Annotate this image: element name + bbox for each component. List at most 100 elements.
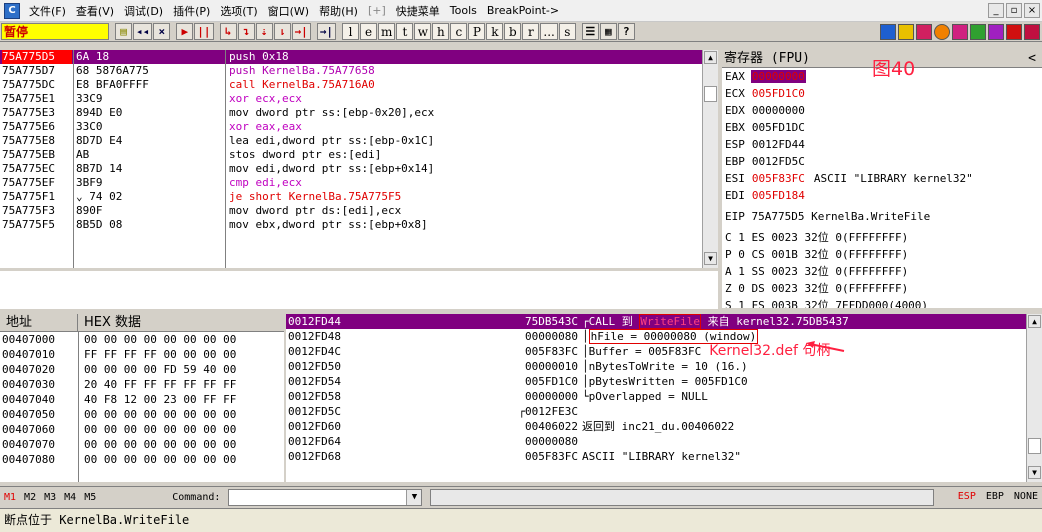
stack-scroll-down-icon[interactable]: ▼ bbox=[1028, 466, 1041, 479]
register-esp[interactable]: ESP 0012FD44 bbox=[722, 136, 1042, 153]
trace-into-button[interactable]: ⇣ bbox=[255, 23, 273, 40]
mark-m4[interactable]: M4 bbox=[60, 492, 80, 503]
patches-button[interactable]: P bbox=[468, 23, 486, 40]
dump-row[interactable]: 00407020 00 00 00 00 FD 59 40 00 bbox=[0, 362, 284, 377]
rewind-button[interactable]: ◂◂ bbox=[133, 23, 153, 40]
stack-row[interactable]: 0012FD68 005F83FC ASCII "LIBRARY kernel32" bbox=[286, 449, 1042, 464]
windows-button[interactable]: w bbox=[414, 23, 432, 40]
stack-row[interactable]: 0012FD44 75DB543C ┌CALL 到 WriteFile 来自 ker… bbox=[286, 314, 1042, 329]
close-process-button[interactable]: × bbox=[153, 23, 171, 40]
windows-grid-icon[interactable]: ▦ bbox=[599, 23, 617, 40]
breakpoints-button[interactable]: b bbox=[504, 23, 522, 40]
dump-row[interactable]: 00407030 20 40 FF FF FF FF FF FF bbox=[0, 377, 284, 392]
flag-row[interactable]: P 0 CS 001B 32位 0(FFFFFFFF) bbox=[722, 246, 1042, 263]
stack-mode-ebp[interactable]: EBP bbox=[986, 491, 1004, 502]
help-button[interactable]: ? bbox=[617, 23, 635, 40]
log-window-button[interactable]: l bbox=[342, 23, 359, 40]
dump-row[interactable]: 00407050 00 00 00 00 00 00 00 00 bbox=[0, 407, 284, 422]
plugin-icon-9[interactable] bbox=[1024, 23, 1040, 40]
stack-row[interactable]: 0012FD48 00000080 │ hFile = 00000080 (windo… bbox=[286, 329, 1042, 344]
scroll-thumb[interactable] bbox=[704, 86, 717, 102]
stack-row[interactable]: 0012FD54 005FD1C0 │pBytesWritten = 005FD1C… bbox=[286, 374, 1042, 389]
stack-row[interactable]: 0012FD4C 005F83FC │Buffer = 005F83FC Kernel… bbox=[286, 344, 1042, 359]
disasm-row[interactable]: 75A775F1 ⌄ 74 02 je short KernelBa.75A775F… bbox=[0, 190, 702, 204]
plugin-icon-1[interactable] bbox=[880, 23, 896, 40]
dump-row[interactable]: 00407080 00 00 00 00 00 00 00 00 bbox=[0, 452, 284, 467]
step-over-button[interactable]: ↴ bbox=[237, 23, 255, 40]
threads-button[interactable]: t bbox=[396, 23, 414, 40]
stack-row[interactable]: 0012FD60 00406022 返回到 inc21_du.00406022 bbox=[286, 419, 1042, 434]
register-esi[interactable]: ESI 005F83FC ASCII "LIBRARY kernel32" bbox=[722, 170, 1042, 187]
modules-button[interactable]: e bbox=[360, 23, 377, 40]
cpu-button[interactable]: c bbox=[450, 23, 468, 40]
dump-row[interactable]: 00407010 FF FF FF FF 00 00 00 00 bbox=[0, 347, 284, 362]
mark-m3[interactable]: M3 bbox=[40, 492, 60, 503]
disasm-row[interactable]: 75A775EC 8B7D 14 mov edi,dword ptr ss:[ebp… bbox=[0, 162, 702, 176]
call-stack-button[interactable]: k bbox=[486, 23, 504, 40]
register-value[interactable]: 0012FD5C bbox=[751, 155, 806, 168]
menu-shortcuts[interactable]: 快捷菜单 bbox=[391, 3, 445, 19]
run-button[interactable]: ▶ bbox=[176, 23, 194, 40]
menu-options[interactable]: 选项(T) bbox=[215, 3, 262, 19]
menu-tools[interactable]: Tools bbox=[445, 4, 482, 17]
register-edi[interactable]: EDI 005FD184 bbox=[722, 187, 1042, 204]
scroll-up-icon[interactable]: ▲ bbox=[704, 51, 717, 64]
stack-scrollbar[interactable]: ▲ ▼ bbox=[1026, 314, 1042, 482]
menu-plugins[interactable]: 插件(P) bbox=[168, 3, 215, 19]
plugin-icon-3[interactable] bbox=[916, 23, 932, 40]
register-ebx[interactable]: EBX 005FD1DC bbox=[722, 119, 1042, 136]
disasm-row[interactable]: 75A775EF 3BF9 cmp edi,ecx bbox=[0, 176, 702, 190]
flag-row[interactable]: C 1 ES 0023 32位 0(FFFFFFFF) bbox=[722, 229, 1042, 246]
goto-button[interactable]: →| bbox=[316, 23, 336, 40]
disasm-row[interactable]: 75A775F3 890F mov dword ptr ds:[edi],ecx bbox=[0, 204, 702, 218]
plugin-icon-2[interactable] bbox=[898, 23, 914, 40]
disasm-row[interactable]: 75A775EB AB stos dword ptr es:[edi] bbox=[0, 148, 702, 162]
disasm-row[interactable]: 75A775D7 68 5876A775 push KernelBa.75A7765… bbox=[0, 64, 702, 78]
register-value[interactable]: 0012FD44 bbox=[751, 138, 806, 151]
disasm-row[interactable]: 75A775DC E8 BFA0FFFF call KernelBa.75A716A… bbox=[0, 78, 702, 92]
disasm-row[interactable]: 75A775D5 6A 18 push 0x18 bbox=[0, 50, 702, 64]
dump-row[interactable]: 00407060 00 00 00 00 00 00 00 00 bbox=[0, 422, 284, 437]
menu-window[interactable]: 窗口(W) bbox=[263, 3, 314, 19]
command-input[interactable]: ▼ bbox=[228, 489, 423, 506]
close-button[interactable]: × bbox=[1024, 3, 1040, 18]
menu-help[interactable]: 帮助(H) bbox=[314, 3, 363, 19]
collapse-icon[interactable]: < bbox=[1028, 50, 1036, 67]
disasm-row[interactable]: 75A775E8 8D7D E4 lea edi,dword ptr ss:[ebp… bbox=[0, 134, 702, 148]
menu-debug[interactable]: 调试(D) bbox=[119, 3, 168, 19]
dump-address-header[interactable]: 地址 bbox=[0, 314, 78, 331]
hex-dump-pane[interactable]: 地址 HEX 数据 00407000 00 00 00 00 00 00 00 0… bbox=[0, 314, 284, 482]
menu-view[interactable]: 查看(V) bbox=[71, 3, 119, 19]
mark-m5[interactable]: M5 bbox=[80, 492, 100, 503]
plugin-icon-8[interactable] bbox=[1006, 23, 1022, 40]
references-button[interactable]: r bbox=[522, 23, 540, 40]
register-value[interactable]: 005F83FC bbox=[751, 172, 806, 185]
stack-row[interactable]: 0012FD5C ┌0012FE3C bbox=[286, 404, 1042, 419]
handles-button[interactable]: h bbox=[432, 23, 450, 40]
restore-button[interactable]: ▫ bbox=[1006, 3, 1022, 18]
stack-mode-none[interactable]: NONE bbox=[1014, 491, 1038, 502]
register-value[interactable]: 005FD184 bbox=[751, 189, 806, 202]
dump-row[interactable]: 00407040 40 F8 12 00 23 00 FF FF bbox=[0, 392, 284, 407]
stack-scroll-thumb[interactable] bbox=[1028, 438, 1041, 454]
register-value[interactable]: 005FD1C0 bbox=[751, 87, 806, 100]
memory-button[interactable]: m bbox=[378, 23, 396, 40]
plugin-icon-5[interactable] bbox=[952, 23, 968, 40]
dropdown-arrow-icon[interactable]: ▼ bbox=[406, 490, 422, 505]
plugin-icon-6[interactable] bbox=[970, 23, 986, 40]
stack-row[interactable]: 0012FD50 00000010 │nBytesToWrite = 10 (16.… bbox=[286, 359, 1042, 374]
register-value[interactable]: 00000000 bbox=[751, 104, 806, 117]
dump-hex-header[interactable]: HEX 数据 bbox=[78, 314, 141, 331]
disasm-row[interactable]: 75A775F5 8B5D 08 mov ebx,dword ptr ss:[ebp… bbox=[0, 218, 702, 232]
menu-file[interactable]: 文件(F) bbox=[24, 3, 71, 19]
disassembly-scrollbar[interactable]: ▲ ▼ bbox=[702, 50, 718, 268]
dump-row[interactable]: 00407000 00 00 00 00 00 00 00 00 bbox=[0, 332, 284, 347]
pause-button[interactable]: || bbox=[194, 23, 214, 40]
scroll-down-icon[interactable]: ▼ bbox=[704, 252, 717, 265]
list-icon[interactable]: ☰ bbox=[581, 23, 599, 40]
flag-row[interactable]: Z 0 DS 0023 32位 0(FFFFFFFF) bbox=[722, 280, 1042, 297]
run-trace-button[interactable]: ... bbox=[540, 23, 558, 40]
flag-row[interactable]: A 1 SS 0023 32位 0(FFFFFFFF) bbox=[722, 263, 1042, 280]
stack-mode-esp[interactable]: ESP bbox=[958, 491, 976, 502]
trace-over-button[interactable]: ⇂ bbox=[273, 23, 291, 40]
